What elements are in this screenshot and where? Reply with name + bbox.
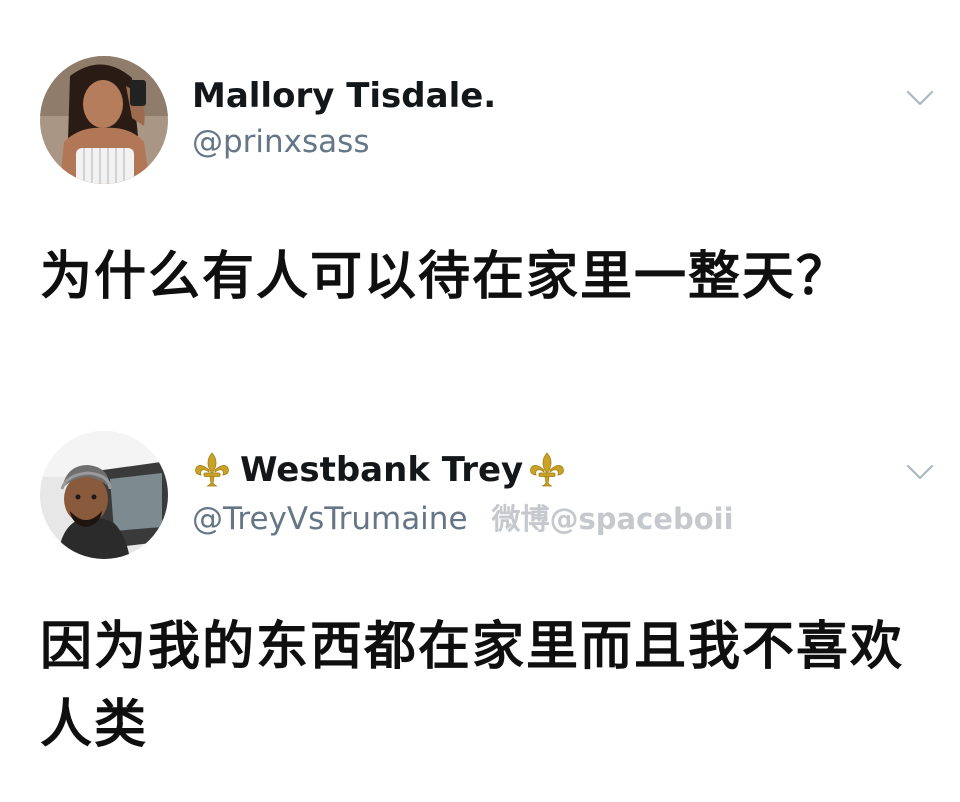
display-name[interactable]: Westbank Trey — [192, 450, 567, 490]
user-handle[interactable]: @prinxsass — [192, 124, 369, 160]
avatar-photo — [40, 56, 168, 184]
chevron-down-icon[interactable] — [904, 88, 936, 108]
avatar[interactable] — [40, 431, 168, 559]
fleur-de-lis-icon — [527, 450, 567, 490]
chevron-down-icon[interactable] — [904, 462, 936, 482]
tweet-text: 为什么有人可以待在家里一整天？ — [40, 247, 851, 307]
user-handle[interactable]: @TreyVsTrumaine — [192, 501, 468, 537]
tweet-westbank-trey: Westbank Trey @TreyVsTrumaine 微博@spacebo… — [0, 400, 960, 802]
watermark: 微博@spaceboii — [491, 502, 734, 536]
tweet-mallory: Mallory Tisdale. @prinxsass 为什么有人可以待在家里一… — [0, 0, 960, 400]
avatar-photo — [40, 431, 168, 559]
display-name-text: Westbank Trey — [240, 450, 524, 490]
display-name[interactable]: Mallory Tisdale. — [192, 76, 496, 116]
handle-row: @prinxsass — [192, 124, 369, 160]
tweet-text: 因为我的东西都在家里而且我不喜欢人类 — [40, 617, 905, 755]
avatar[interactable] — [40, 56, 168, 184]
handle-row: @TreyVsTrumaine 微博@spaceboii — [192, 496, 734, 538]
display-name-text: Mallory Tisdale. — [192, 76, 497, 116]
fleur-de-lis-icon — [192, 450, 232, 490]
